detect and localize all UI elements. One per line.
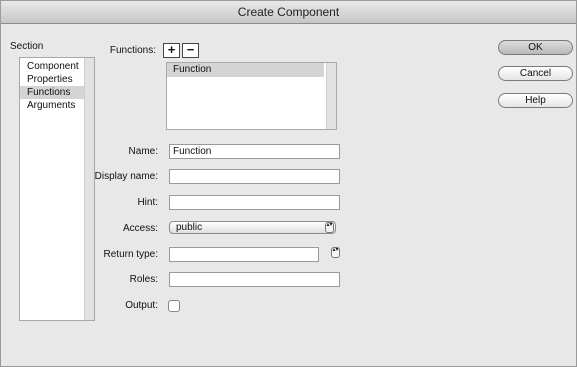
section-label: Section — [10, 41, 44, 52]
ok-button[interactable]: OK — [498, 40, 573, 55]
name-field[interactable]: Function — [169, 144, 340, 159]
help-button[interactable]: Help — [498, 93, 573, 108]
section-item-properties[interactable]: Properties — [20, 73, 86, 86]
section-item-component[interactable]: Component — [20, 60, 86, 73]
display-name-field[interactable] — [169, 169, 340, 184]
access-select-value: public — [176, 222, 203, 233]
section-item-functions[interactable]: Functions — [20, 86, 86, 99]
roles-label: Roles: — [129, 274, 158, 285]
roles-field[interactable] — [169, 272, 340, 287]
functions-list[interactable]: Function — [166, 62, 337, 130]
remove-function-button[interactable]: − — [182, 43, 199, 58]
cancel-button[interactable]: Cancel — [498, 66, 573, 81]
access-stepper-icon[interactable]: ▴▾ — [325, 222, 334, 233]
return-type-field[interactable] — [169, 247, 319, 262]
access-label: Access: — [122, 223, 158, 234]
section-list[interactable]: Component Properties Functions Arguments — [19, 57, 95, 321]
access-select[interactable]: public — [169, 221, 336, 234]
functions-list-scrollbar[interactable] — [326, 63, 336, 129]
create-component-dialog: Create Component Section Component Prope… — [0, 0, 577, 367]
hint-label: Hint: — [137, 197, 158, 208]
display-name-label: Display name: — [94, 171, 158, 182]
return-type-label: Return type: — [103, 249, 158, 260]
functions-list-item[interactable]: Function — [167, 63, 324, 77]
functions-label: Functions: — [109, 45, 156, 56]
return-type-stepper-icon[interactable]: ▴▾ — [331, 247, 340, 258]
hint-field[interactable] — [169, 195, 340, 210]
output-checkbox[interactable] — [168, 300, 180, 312]
section-item-arguments[interactable]: Arguments — [20, 99, 86, 112]
name-label: Name: — [128, 146, 158, 157]
output-label: Output: — [125, 300, 158, 311]
add-function-button[interactable]: + — [163, 43, 180, 58]
dialog-title: Create Component — [1, 1, 576, 24]
